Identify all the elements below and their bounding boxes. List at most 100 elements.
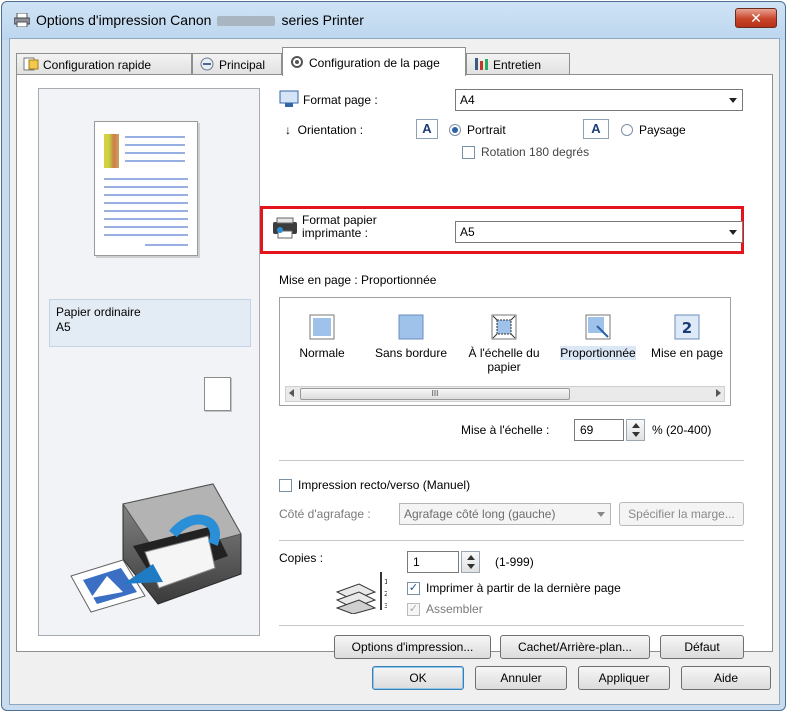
tab-label: Principal (219, 58, 266, 72)
portrait-radio[interactable] (449, 124, 461, 136)
paper-size-preview (204, 377, 231, 411)
copies-spinner[interactable] (461, 551, 480, 573)
layout-label: À l'échelle du papier (468, 346, 540, 374)
svg-text:1: 1 (384, 578, 387, 586)
portrait-orientation-icon: A (416, 119, 438, 139)
portrait-label[interactable]: Portrait (467, 123, 506, 137)
scroll-left-icon[interactable] (289, 389, 294, 397)
preview-text-line (104, 226, 188, 228)
preview-text-line (104, 210, 188, 212)
preview-text-line (145, 244, 188, 246)
preview-text-line (104, 202, 188, 204)
close-button[interactable]: ✕ (735, 8, 777, 28)
print-preview-pane: Papier ordinaire A5 (38, 88, 260, 636)
layout-borderless[interactable]: Sans bordure (368, 314, 454, 360)
cancel-button[interactable]: Annuler (475, 666, 567, 690)
rotate-180-checkbox[interactable] (462, 146, 475, 159)
page-layout-list: Normale Sans bordure À l'échelle du papie… (279, 297, 731, 406)
quick-setup-icon (23, 57, 39, 71)
media-size-text: A5 (56, 320, 71, 334)
print-options-button[interactable]: Options d'impression... (334, 635, 491, 659)
page-size-icon (279, 90, 299, 107)
chevron-down-icon (729, 98, 737, 103)
stamp-background-button[interactable]: Cachet/Arrière-plan... (500, 635, 650, 659)
print-from-last-page-label[interactable]: Imprimer à partir de la dernière page (426, 581, 621, 595)
printer-paper-value: A5 (460, 225, 475, 239)
landscape-radio[interactable] (621, 124, 633, 136)
duplex-label[interactable]: Impression recto/verso (Manuel) (298, 478, 470, 492)
title-prefix: Options d'impression Canon (36, 12, 212, 28)
collate-checkbox[interactable]: ✓ (407, 603, 420, 616)
page-size-select[interactable]: A4 (455, 89, 743, 111)
copies-input[interactable]: 1 (407, 551, 480, 573)
rotate-180-label[interactable]: Rotation 180 degrés (481, 145, 589, 159)
layout-horizontal-scrollbar[interactable]: III (285, 386, 725, 402)
scaling-spinner[interactable] (626, 419, 645, 441)
help-button[interactable]: Aide (681, 666, 771, 690)
printer-icon (14, 13, 30, 27)
preview-text-line (104, 194, 188, 196)
page-layout-label: Mise en page : Proportionnée (279, 273, 437, 287)
preview-text-line (104, 234, 188, 236)
copies-stack-icon: 1 2 3 (335, 572, 387, 614)
chevron-down-icon (597, 512, 605, 517)
copies-label: Copies : (279, 551, 324, 565)
preview-image-block (104, 134, 119, 168)
page-size-label: Format page : (303, 93, 378, 107)
scaling-value: 69 (580, 423, 594, 437)
copies-range: (1-999) (495, 555, 534, 569)
layout-label: Normale (299, 346, 345, 360)
fit-to-paper-icon (491, 314, 517, 340)
stapling-side-select[interactable]: Agrafage côté long (gauche) (399, 503, 611, 525)
svg-text:2: 2 (384, 590, 387, 598)
scaling-input[interactable]: 69 (574, 419, 645, 441)
printer-paper-size-select[interactable]: A5 (455, 221, 743, 243)
scroll-thumb[interactable]: III (300, 388, 570, 400)
layout-page-layout[interactable]: 2 Mise en page (646, 314, 728, 360)
collate-label[interactable]: Assembler (426, 602, 483, 616)
title-suffix: series Printer (281, 12, 364, 28)
model-name-redacted (217, 16, 276, 27)
landscape-orientation-icon: A (583, 119, 609, 139)
duplex-checkbox[interactable] (279, 479, 292, 492)
print-from-last-page-checkbox[interactable]: ✓ (407, 582, 420, 595)
tab-maintenance[interactable]: Entretien (466, 53, 570, 75)
scaling-label: Mise à l'échelle : (461, 423, 550, 437)
scroll-right-icon[interactable] (716, 389, 721, 397)
main-tab-icon (200, 57, 214, 71)
title-bar: Options d'impression Canon series Printer… (2, 2, 785, 38)
divider (279, 540, 744, 541)
media-info: Papier ordinaire A5 (49, 299, 251, 347)
printer-paper-icon (273, 217, 297, 239)
preview-text-line (104, 178, 188, 180)
scaling-range: % (20-400) (652, 423, 712, 437)
specify-margin-button[interactable]: Spécifier la marge... (619, 502, 744, 526)
layout-fit-to-paper[interactable]: À l'échelle du papier (460, 314, 548, 374)
orientation-label: ↓ Orientation : (285, 123, 364, 137)
stapling-side-label: Côté d'agrafage : (279, 507, 371, 521)
tab-label: Configuration rapide (43, 58, 152, 72)
ok-button[interactable]: OK (372, 666, 464, 690)
media-type-text: Papier ordinaire (56, 305, 141, 319)
tab-main[interactable]: Principal (192, 53, 282, 75)
layout-scaled[interactable]: Proportionnée (554, 314, 642, 360)
svg-text:2: 2 (682, 319, 692, 337)
borderless-layout-icon (398, 314, 424, 340)
preview-text-line (104, 186, 188, 188)
print-options-window: Options d'impression Canon series Printer… (1, 1, 786, 711)
preview-page (94, 121, 198, 256)
divider (279, 460, 744, 461)
landscape-label[interactable]: Paysage (639, 123, 686, 137)
apply-button[interactable]: Appliquer (578, 666, 670, 690)
normal-layout-icon (309, 314, 335, 340)
defaults-button[interactable]: Défaut (660, 635, 744, 659)
layout-normal[interactable]: Normale (294, 314, 350, 360)
printer-paper-label: Format papier imprimante : (302, 213, 377, 240)
svg-text:3: 3 (384, 602, 387, 610)
chevron-down-icon (729, 230, 737, 235)
preview-text-line (125, 152, 185, 154)
tab-page-setup[interactable]: Configuration de la page (282, 47, 466, 76)
tab-quick-setup[interactable]: Configuration rapide (16, 53, 192, 75)
scaled-layout-icon (585, 314, 611, 340)
copies-value: 1 (413, 555, 420, 569)
